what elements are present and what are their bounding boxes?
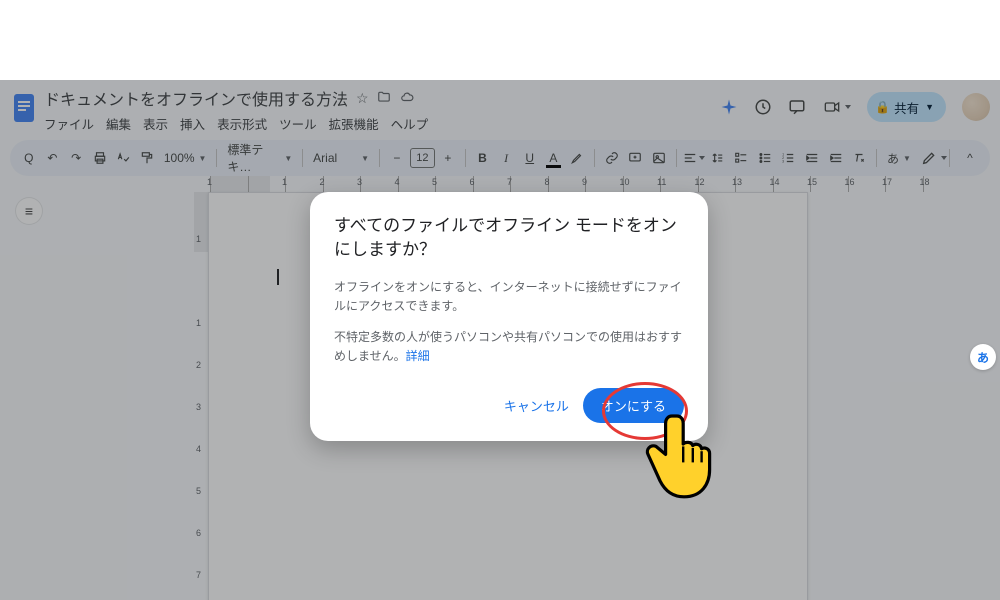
menu-tools[interactable]: ツール bbox=[279, 114, 317, 133]
cloud-status-icon[interactable] bbox=[399, 90, 415, 107]
ruler-tick: 5 bbox=[435, 176, 473, 192]
ruler-tick: 2 bbox=[323, 176, 361, 192]
dialog-body-line1: オフラインをオンにすると、インターネットに接続せずにファイルにアクセスできます。 bbox=[334, 278, 684, 316]
insert-link-icon[interactable] bbox=[601, 146, 623, 170]
font-size-input[interactable]: 12 bbox=[410, 148, 435, 168]
horizontal-ruler[interactable]: 1123456789101112131415161718 bbox=[0, 176, 1000, 192]
font-select[interactable]: Arial▼ bbox=[309, 151, 373, 165]
paint-format-icon[interactable] bbox=[136, 146, 158, 170]
ruler-tick: 4 bbox=[196, 444, 201, 454]
editing-mode-button[interactable] bbox=[917, 146, 941, 170]
numbered-list-button[interactable]: 123 bbox=[778, 146, 800, 170]
ruler-tick: 14 bbox=[773, 176, 811, 192]
redo-icon[interactable]: ↷ bbox=[65, 146, 87, 170]
decrease-font-icon[interactable]: − bbox=[386, 146, 408, 170]
header: ドキュメントをオフラインで使用する方法 ☆ ファイル 編集 表示 挿入 表示形式… bbox=[0, 80, 1000, 140]
meet-icon[interactable] bbox=[822, 99, 851, 115]
add-comment-icon[interactable] bbox=[624, 146, 646, 170]
learn-more-link[interactable]: 詳細 bbox=[406, 349, 430, 363]
ruler-tick: 3 bbox=[360, 176, 398, 192]
text-cursor bbox=[277, 269, 279, 285]
ruler-tick: 1 bbox=[196, 318, 201, 328]
menu-view[interactable]: 表示 bbox=[143, 114, 168, 133]
annotation-pointer-hand-icon bbox=[640, 406, 720, 506]
menu-edit[interactable]: 編集 bbox=[106, 114, 131, 133]
menu-bar: ファイル 編集 表示 挿入 表示形式 ツール 拡張機能 ヘルプ bbox=[44, 114, 720, 133]
align-button[interactable] bbox=[683, 146, 705, 170]
menu-help[interactable]: ヘルプ bbox=[391, 114, 429, 133]
share-button[interactable]: 🔒 共有 ▼ bbox=[867, 92, 946, 122]
print-icon[interactable] bbox=[89, 146, 111, 170]
ruler-tick: 4 bbox=[398, 176, 436, 192]
ruler-tick: 11 bbox=[660, 176, 698, 192]
toolbar: Q ↶ ↷ 100%▼ 標準テキ…▼ Arial▼ − 12 + B I U A bbox=[10, 140, 990, 176]
highlight-button[interactable] bbox=[566, 146, 588, 170]
underline-button[interactable]: U bbox=[519, 146, 541, 170]
menu-file[interactable]: ファイル bbox=[44, 114, 94, 133]
collapse-toolbar-icon[interactable]: ^ bbox=[958, 146, 982, 170]
spellcheck-icon[interactable] bbox=[113, 146, 135, 170]
ruler-tick: 9 bbox=[585, 176, 623, 192]
ruler-tick: 1 bbox=[210, 176, 248, 192]
document-title[interactable]: ドキュメントをオフラインで使用する方法 bbox=[44, 86, 348, 110]
comments-icon[interactable] bbox=[788, 98, 806, 116]
star-icon[interactable]: ☆ bbox=[356, 90, 369, 107]
ruler-tick: 16 bbox=[848, 176, 886, 192]
page-top-whitespace bbox=[0, 0, 1000, 80]
ruler-tick: 1 bbox=[196, 234, 201, 244]
vertical-ruler[interactable]: 112345678 bbox=[194, 192, 208, 600]
docs-app: ドキュメントをオフラインで使用する方法 ☆ ファイル 編集 表示 挿入 表示形式… bbox=[0, 80, 1000, 600]
line-spacing-button[interactable] bbox=[707, 146, 729, 170]
ruler-tick: 15 bbox=[810, 176, 848, 192]
ruler-tick: 7 bbox=[196, 570, 201, 580]
menu-insert[interactable]: 挿入 bbox=[180, 114, 205, 133]
ruler-tick: 13 bbox=[735, 176, 773, 192]
search-menus-icon[interactable]: Q bbox=[18, 146, 40, 170]
share-label: 共有 bbox=[894, 98, 919, 117]
ruler-tick: 3 bbox=[196, 402, 201, 412]
docs-logo-icon[interactable] bbox=[10, 90, 38, 126]
ruler-tick: 6 bbox=[196, 528, 201, 538]
ruler-tick: 1 bbox=[285, 176, 323, 192]
increase-indent-button[interactable] bbox=[825, 146, 847, 170]
italic-button[interactable]: I bbox=[495, 146, 517, 170]
document-outline-toggle[interactable]: ≡ bbox=[16, 198, 42, 224]
bold-button[interactable]: B bbox=[472, 146, 494, 170]
checklist-button[interactable] bbox=[730, 146, 752, 170]
translate-badge-icon[interactable]: あ bbox=[970, 344, 996, 370]
ruler-tick: 5 bbox=[196, 486, 201, 496]
increase-font-icon[interactable]: + bbox=[437, 146, 459, 170]
ruler-tick bbox=[248, 176, 286, 192]
clear-formatting-button[interactable] bbox=[848, 146, 870, 170]
dialog-title: すべてのファイルでオフライン モードをオンにしますか？ bbox=[334, 214, 684, 262]
gemini-icon[interactable] bbox=[720, 98, 738, 116]
ruler-tick: 18 bbox=[923, 176, 961, 192]
ruler-tick: 10 bbox=[623, 176, 661, 192]
menu-extensions[interactable]: 拡張機能 bbox=[329, 114, 379, 133]
ruler-tick: 8 bbox=[548, 176, 586, 192]
bulleted-list-button[interactable] bbox=[754, 146, 776, 170]
move-folder-icon[interactable] bbox=[377, 90, 391, 107]
ruler-tick: 2 bbox=[196, 360, 201, 370]
ruler-tick: 12 bbox=[698, 176, 736, 192]
history-icon[interactable] bbox=[754, 98, 772, 116]
dialog-body-line2: 不特定多数の人が使うパソコンや共有パソコンでの使用はおすすめしません。詳細 bbox=[334, 328, 684, 366]
undo-icon[interactable]: ↶ bbox=[42, 146, 64, 170]
ruler-tick: 17 bbox=[885, 176, 923, 192]
offline-dialog: すべてのファイルでオフライン モードをオンにしますか？ オフラインをオンにすると… bbox=[310, 192, 708, 441]
menu-format[interactable]: 表示形式 bbox=[217, 114, 267, 133]
input-tools-button[interactable]: あ▼ bbox=[883, 150, 915, 167]
svg-text:3: 3 bbox=[782, 160, 784, 164]
ruler-tick: 6 bbox=[473, 176, 511, 192]
account-avatar[interactable] bbox=[962, 93, 990, 121]
zoom-select[interactable]: 100%▼ bbox=[160, 151, 211, 165]
ruler-tick: 7 bbox=[510, 176, 548, 192]
lock-icon: 🔒 bbox=[875, 100, 890, 114]
insert-image-icon[interactable] bbox=[648, 146, 670, 170]
chevron-down-icon: ▼ bbox=[925, 102, 934, 112]
cancel-button[interactable]: キャンセル bbox=[496, 390, 577, 421]
decrease-indent-button[interactable] bbox=[801, 146, 823, 170]
paragraph-style-select[interactable]: 標準テキ…▼ bbox=[223, 141, 296, 175]
text-color-button[interactable]: A bbox=[543, 146, 565, 170]
